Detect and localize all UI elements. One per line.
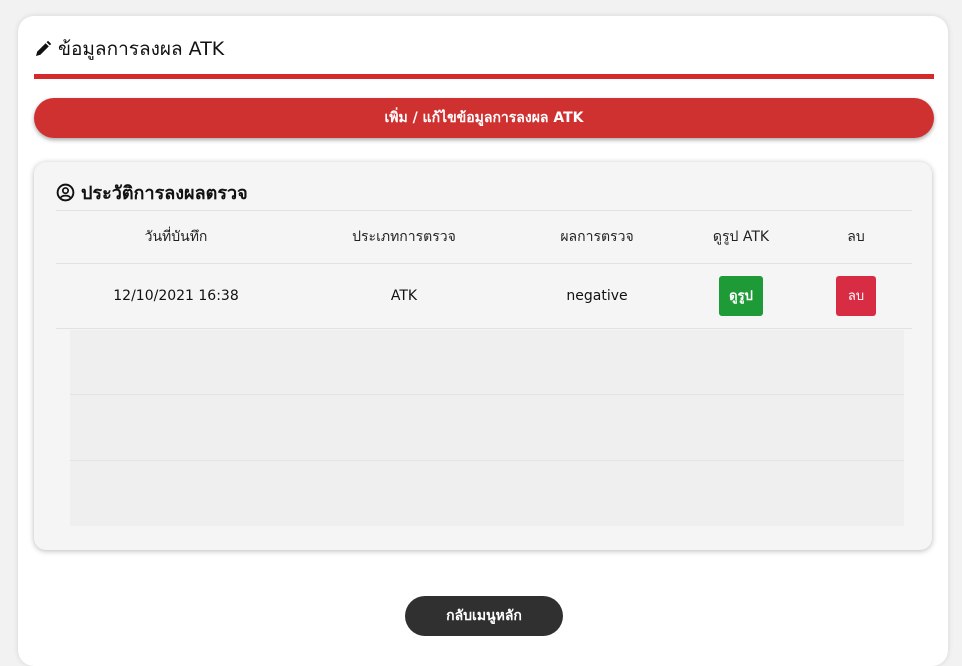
delete-cell: ลบ	[800, 276, 912, 316]
title-divider	[34, 74, 934, 79]
history-table: วันที่บันทึก ประเภทการตรวจ ผลการตรวจ ดูร…	[56, 210, 912, 329]
column-header-view: ดูรูป ATK	[712, 229, 770, 245]
column-header-result: ผลการตรวจ	[560, 229, 634, 245]
table-row: 12/10/2021 16:38 ATK negative ดูรูป ลบ	[56, 263, 912, 328]
delete-button[interactable]: ลบ	[835, 276, 877, 316]
page-title: ข้อมูลการลงผล ATK	[58, 38, 225, 60]
row-divider	[70, 460, 904, 461]
row-result: negative	[566, 288, 628, 304]
empty-table-area	[70, 330, 904, 526]
atk-card: ข้อมูลการลงผล ATK เพิ่ม / แก้ไขข้อมูลการ…	[18, 16, 948, 666]
user-circle-icon	[56, 183, 75, 202]
history-title: ประวัติการลงผลตรวจ	[81, 183, 248, 204]
history-panel: ประวัติการลงผลตรวจ วันที่บันทึก ประเภทกา…	[34, 162, 932, 550]
row-type: ATK	[390, 288, 418, 304]
back-to-main-menu-button[interactable]: กลับเมนูหลัก	[405, 596, 563, 636]
column-header-delete: ลบ	[847, 229, 865, 245]
table-bottom-border	[56, 328, 912, 329]
view-photo-button[interactable]: ดูรูป	[719, 276, 763, 316]
column-header-date: วันที่บันทึก	[144, 229, 208, 245]
view-cell: ดูรูป	[682, 276, 800, 316]
add-edit-atk-button[interactable]: เพิ่ม / แก้ไขข้อมูลการลงผล ATK	[34, 98, 934, 138]
column-header-type: ประเภทการตรวจ	[352, 229, 456, 245]
pencil-icon	[34, 40, 52, 58]
row-divider	[70, 394, 904, 395]
table-header-row: วันที่บันทึก ประเภทการตรวจ ผลการตรวจ ดูร…	[56, 210, 912, 263]
row-date: 12/10/2021 16:38	[113, 288, 239, 304]
page-header: ข้อมูลการลงผล ATK	[34, 34, 224, 64]
history-heading: ประวัติการลงผลตรวจ	[56, 178, 248, 207]
